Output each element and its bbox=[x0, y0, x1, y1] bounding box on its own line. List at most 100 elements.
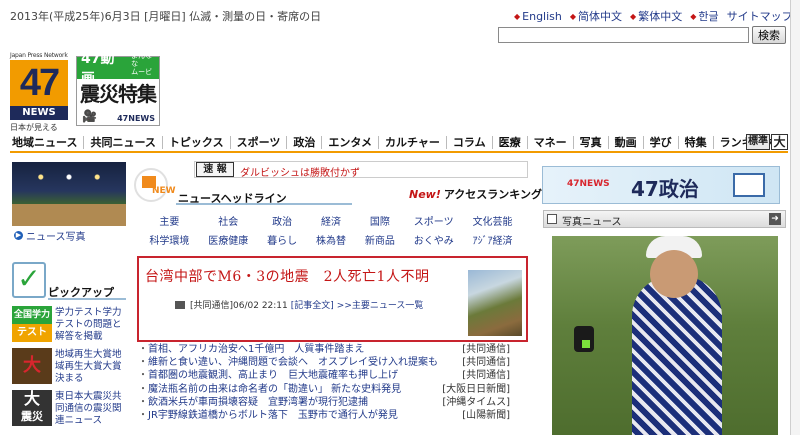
top-story-source: [共同通信]06/02 22:11 bbox=[190, 301, 288, 311]
category-main[interactable]: 主要 bbox=[140, 213, 199, 228]
new-flag-icon: NEW bbox=[134, 168, 178, 206]
news-link[interactable]: 魔法瓶名前の由来は命名者の「勘違い」 新たな史料発見 bbox=[138, 383, 401, 396]
lang-label: 简体中文 bbox=[578, 10, 623, 23]
category-society[interactable]: 社会 bbox=[199, 213, 258, 228]
nav-item-column[interactable]: コラム bbox=[445, 136, 492, 149]
category-science[interactable]: 科学環境 bbox=[140, 232, 199, 247]
pickup-item-shinsai[interactable]: 大 震災 東日本大震災共同通信の震災関連ニュース bbox=[12, 390, 128, 426]
arrow-right-icon[interactable]: ➜ bbox=[769, 213, 781, 225]
pickup-item-chiiki-saisei[interactable]: 大 地域再生大賞地域再生大賞大賞決まる bbox=[12, 348, 128, 384]
category-culture[interactable]: 文化芸能 bbox=[463, 213, 522, 228]
access-ranking-label: アクセスランキング bbox=[443, 188, 542, 201]
lang-english[interactable]: ◆ English bbox=[514, 8, 562, 24]
news-source: [共同通信] bbox=[462, 344, 510, 355]
golf-club bbox=[574, 326, 594, 352]
category-sports[interactable]: スポーツ bbox=[404, 213, 463, 228]
news-list: 首相、アフリカ治安へ1千億円 人質事件踏まえ [共同通信] 維新と食い違い、沖縄問… bbox=[138, 343, 510, 422]
nav-item-chiiki[interactable]: 地域ニュース bbox=[12, 136, 83, 149]
nav-item-kyodo[interactable]: 共同ニュース bbox=[83, 136, 161, 149]
category-asia-economy[interactable]: ｱｼﾞｱ経済 bbox=[463, 232, 522, 247]
category-stocks[interactable]: 株為替 bbox=[307, 232, 356, 247]
category-politics[interactable]: 政治 bbox=[258, 213, 307, 228]
nav-item-video[interactable]: 動画 bbox=[607, 136, 643, 149]
shinsai-title: 震災特集 bbox=[80, 82, 157, 106]
pickup-thumbnail: 大 bbox=[12, 348, 52, 384]
banner-brand: 47NEWS bbox=[567, 179, 610, 189]
list-item: 首相、アフリカ治安へ1千億円 人質事件踏まえ [共同通信] bbox=[138, 343, 510, 356]
category-new-products[interactable]: 新商品 bbox=[355, 232, 404, 247]
nav-item-culture[interactable]: カルチャー bbox=[378, 136, 446, 149]
news-link[interactable]: 首都圏の地震観測、高止まり 巨大地震確率も押し上げ bbox=[138, 369, 398, 382]
top-story-meta: [共同通信]06/02 22:11 [記事全文] >>主要ニュース一覧 bbox=[175, 298, 423, 311]
nav-item-entame[interactable]: エンタメ bbox=[321, 136, 378, 149]
stadium-field bbox=[12, 204, 126, 226]
search-button[interactable]: 検索 bbox=[752, 26, 786, 44]
lang-label: 繁体中文 bbox=[638, 10, 683, 23]
nav-item-politics[interactable]: 政治 bbox=[286, 136, 321, 149]
logo-news: NEWS bbox=[10, 106, 68, 120]
lang-simplified-chinese[interactable]: ◆ 简体中文 bbox=[570, 8, 622, 24]
pickup-item-gakuryoku[interactable]: 全国学力 テスト 学力テスト学力テストの問題と解答を掲載 bbox=[12, 306, 128, 342]
photo-news-image[interactable] bbox=[552, 236, 778, 435]
pickup-thumbnail: 大 震災 bbox=[12, 390, 52, 426]
news-link[interactable]: 維新と食い違い、沖縄問題で会談へ オスプレイ受け入れ提案も bbox=[138, 356, 438, 369]
flash-news-link[interactable]: ダルビッシュは勝敗付かず bbox=[240, 164, 360, 179]
politics-banner[interactable]: 47NEWS 47政治 bbox=[542, 166, 780, 204]
nav-item-medical[interactable]: 医療 bbox=[491, 136, 527, 149]
logo-network-text: Japan Press Network bbox=[10, 52, 68, 59]
lang-label: English bbox=[522, 9, 562, 23]
font-size-large-button[interactable]: 大 bbox=[771, 134, 788, 150]
news-photo-link[interactable]: ▶ ニュース写真 bbox=[14, 228, 86, 243]
top-story-photo[interactable] bbox=[468, 270, 522, 336]
news-link[interactable]: 飲酒米兵が車両損壊容疑 宜野湾署が現行犯逮捕 bbox=[138, 396, 368, 409]
top-story-headline[interactable]: 台湾中部でM6・3の地震 2人死亡1人不明 bbox=[145, 266, 451, 288]
category-international[interactable]: 国際 bbox=[355, 213, 404, 228]
nav-item-sports[interactable]: スポーツ bbox=[229, 136, 287, 149]
category-obituary[interactable]: おくやみ bbox=[404, 232, 463, 247]
sitemap-link[interactable]: サイトマップ▶ bbox=[727, 8, 800, 24]
nav-divider bbox=[10, 151, 788, 153]
banner-title: 47政治 bbox=[631, 177, 699, 201]
golfer-body bbox=[632, 276, 722, 435]
nav-item-special[interactable]: 特集 bbox=[677, 136, 713, 149]
access-ranking-link[interactable]: New! アクセスランキング bbox=[409, 186, 542, 202]
nav-item-learn[interactable]: 学び bbox=[642, 136, 678, 149]
thumb-line1: 大 bbox=[23, 390, 40, 408]
stadium-lights bbox=[22, 170, 116, 184]
category-economy[interactable]: 経済 bbox=[307, 213, 356, 228]
category-health[interactable]: 医療健康 bbox=[199, 232, 258, 247]
news-link[interactable]: 首相、アフリカ治安へ1千億円 人質事件踏まえ bbox=[138, 343, 364, 356]
top-story-box: 台湾中部でM6・3の地震 2人死亡1人不明 [共同通信]06/02 22:11 … bbox=[137, 256, 528, 342]
triangle-icon: ◆ bbox=[569, 11, 577, 21]
video-strip: 47動画 よんなな ムービー bbox=[77, 51, 159, 87]
news-photo-thumbnail[interactable] bbox=[12, 162, 126, 226]
font-size-standard-button[interactable]: 標準 bbox=[746, 134, 770, 150]
search-input[interactable] bbox=[498, 27, 749, 43]
lang-korean[interactable]: ◆ 한글 bbox=[690, 8, 718, 24]
news-source: [共同通信] bbox=[462, 370, 510, 382]
logo-tagline: 日本が見える bbox=[10, 123, 58, 132]
video-camera-icon: 🎥 bbox=[82, 109, 97, 123]
pickup-text: 地域再生大賞地域再生大賞大賞決まる bbox=[55, 349, 122, 384]
category-living[interactable]: 暮らし bbox=[258, 232, 307, 247]
category-grid: 主要 社会 政治 経済 国際 スポーツ 文化芸能 科学環境 医療健康 暮らし 株… bbox=[140, 213, 522, 247]
main-nav: 地域ニュース 共同ニュース トピックス スポーツ 政治 エンタメ カルチャー コ… bbox=[12, 136, 780, 149]
pickup-thumbnail: 全国学力 テスト bbox=[12, 306, 52, 342]
photo-news-header: 写真ニュース ➜ bbox=[543, 210, 786, 228]
lang-traditional-chinese[interactable]: ◆ 繁体中文 bbox=[630, 8, 682, 24]
news-link[interactable]: JR宇野線鉄道橋からボルト落下 玉野市で通行人が発見 bbox=[138, 409, 398, 422]
full-article-link[interactable]: [記事全文] bbox=[291, 298, 334, 311]
nav-item-photo[interactable]: 写真 bbox=[572, 136, 608, 149]
date-line: 2013年(平成25年)6月3日 [月曜日] 仏滅・測量の日・寄席の日 bbox=[10, 10, 322, 23]
nav-item-money[interactable]: マネー bbox=[526, 136, 573, 149]
shinsai-special-banner[interactable]: 47動画 よんなな ムービー 震災特集 🎥 47NEWS bbox=[76, 51, 160, 126]
checkmark-icon: ✓ bbox=[12, 262, 46, 298]
site-logo[interactable]: Japan Press Network 47 NEWS 日本が見える bbox=[10, 52, 70, 134]
pickup-text: 学力テスト学力テストの問題と解答を掲載 bbox=[55, 307, 122, 342]
pickup-text: 東日本大震災共同通信の震災関連ニュース bbox=[55, 391, 122, 426]
nav-item-topics[interactable]: トピックス bbox=[161, 136, 230, 149]
main-news-list-link[interactable]: >>主要ニュース一覧 bbox=[337, 298, 424, 311]
list-item: 飲酒米兵が車両損壊容疑 宜野湾署が現行犯逮捕 [沖縄タイムス] bbox=[138, 396, 510, 409]
news-photo-label: ニュース写真 bbox=[26, 232, 86, 243]
logo-number: 47 bbox=[10, 60, 68, 106]
